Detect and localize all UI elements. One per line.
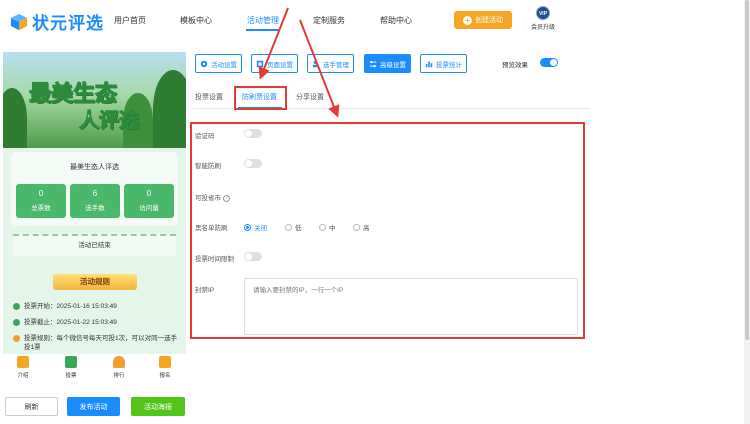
preview-tab-bar: 介绍 投票 排行 报名 <box>3 354 186 384</box>
preview-effect-label: 预览效果 <box>502 62 528 69</box>
page-settings-button[interactable]: 页面设置 <box>251 54 298 73</box>
tab-label: 报名 <box>159 373 171 379</box>
annotation-highlight-form <box>190 122 585 339</box>
tree-decoration <box>153 70 186 148</box>
stat-contestants: 6 选手数 <box>70 184 120 218</box>
create-activity-button[interactable]: + 创建活动 <box>454 11 512 29</box>
preview-banner: 最美生态 人评选 <box>3 52 186 148</box>
scrollbar-thumb[interactable] <box>745 0 749 340</box>
tab-vote[interactable]: 投票 <box>59 356 83 379</box>
tab-signup[interactable]: 报名 <box>153 356 177 379</box>
info-icon <box>13 335 20 342</box>
vip-upgrade-label: 会员升级 <box>530 25 555 31</box>
gear-icon <box>200 60 208 67</box>
rule-item: 投票截止：2025-01-22 15:03:49 <box>13 318 179 327</box>
tab-label: 排行 <box>113 373 125 379</box>
users-icon <box>312 60 318 67</box>
stat-label: 选手数 <box>85 205 105 212</box>
stat-total-votes: 0 总票数 <box>16 184 66 218</box>
button-label: 选手管理 <box>323 61 349 69</box>
vote-statistics-button[interactable]: 投票统计 <box>420 54 467 73</box>
subtab-vote-settings[interactable]: 投票设置 <box>195 92 223 102</box>
nav-item-help-center[interactable]: 帮助中心 <box>380 15 412 26</box>
annotation-highlight-tab <box>234 86 287 110</box>
tab-ranking[interactable]: 排行 <box>107 356 131 379</box>
rule-text: 投票规则：每个微信号每天可投1次，可以对同一选手投1票 <box>24 335 178 351</box>
stat-visits: 0 访问量 <box>124 184 174 218</box>
publish-activity-button[interactable]: 发布活动 <box>67 397 120 416</box>
activity-poster-button[interactable]: 活动海报 <box>131 397 185 416</box>
create-activity-label: 创建活动 <box>475 17 503 24</box>
page-icon <box>256 60 264 67</box>
nav-item-home[interactable]: 用户首页 <box>114 15 146 26</box>
button-label: 页面设置 <box>267 61 293 69</box>
rule-text: 投票开始：2025-01-16 15:03:49 <box>24 303 117 310</box>
contestant-management-button[interactable]: 选手管理 <box>307 54 354 73</box>
stat-label: 总票数 <box>31 205 51 212</box>
rules-title: 活动规则 <box>53 274 137 290</box>
stat-value: 0 <box>38 189 44 198</box>
page-scrollbar[interactable] <box>744 0 750 424</box>
refresh-button[interactable]: 刷新 <box>5 397 58 416</box>
tab-label: 投票 <box>65 373 77 379</box>
nav-item-custom-service[interactable]: 定制服务 <box>313 15 345 26</box>
ballot-box-icon <box>65 356 77 368</box>
advanced-settings-button[interactable]: 高级设置 <box>364 54 411 73</box>
tab-intro[interactable]: 介绍 <box>11 356 35 379</box>
rule-item: 投票规则：每个微信号每天可投1次，可以对同一选手投1票 <box>13 334 179 352</box>
activity-title: 最美生态人评选 <box>70 164 119 171</box>
plus-icon: + <box>463 15 472 25</box>
document-icon <box>17 356 29 368</box>
activity-settings-button[interactable]: 活动设置 <box>195 54 242 73</box>
nav-active-underline <box>246 29 280 31</box>
tree-decoration <box>3 88 27 148</box>
vip-badge-icon: VIP <box>536 6 550 20</box>
edit-form-icon <box>159 356 171 368</box>
preview-effect-toggle[interactable] <box>540 58 558 67</box>
top-navigation-bar: 状元评选 用户首页 模板中心 活动管理 定制服务 帮助中心 + 创建活动 VIP… <box>0 0 744 40</box>
sliders-icon <box>369 60 377 67</box>
button-label: 高级设置 <box>380 61 406 69</box>
stat-label: 访问量 <box>139 205 159 212</box>
trophy-icon <box>113 356 125 368</box>
button-label: 投票统计 <box>436 61 462 69</box>
rule-item: 投票开始：2025-01-16 15:03:49 <box>13 302 179 311</box>
nav-item-templates[interactable]: 模板中心 <box>180 15 212 26</box>
activity-status: 活动已结束 <box>13 234 176 256</box>
page: { "logo": { "text": "状元评选" }, "nav": { "… <box>0 0 750 424</box>
clock-icon <box>13 319 20 326</box>
bar-chart-icon <box>425 61 433 67</box>
clock-icon <box>13 303 20 310</box>
nav-item-activity-management[interactable]: 活动管理 <box>247 15 279 26</box>
stat-value: 6 <box>92 189 98 198</box>
stat-value: 0 <box>146 189 152 198</box>
button-label: 活动设置 <box>211 61 237 69</box>
banner-title-line-2: 人评选 <box>79 108 140 133</box>
main-nav: 用户首页 模板中心 活动管理 定制服务 帮助中心 <box>0 15 744 35</box>
subtab-share-settings[interactable]: 分享设置 <box>296 92 324 102</box>
activity-summary-card: 最美生态人评选 0 总票数 6 选手数 0 访问量 <box>11 152 178 226</box>
mobile-preview: 最美生态 人评选 最美生态人评选 0 总票数 6 选手数 0 访问量 活动已结束… <box>3 52 186 354</box>
rule-text: 投票截止：2025-01-22 15:03:49 <box>24 319 117 326</box>
vip-upgrade[interactable]: VIP 会员升级 <box>528 6 558 31</box>
tab-label: 介绍 <box>17 373 29 379</box>
